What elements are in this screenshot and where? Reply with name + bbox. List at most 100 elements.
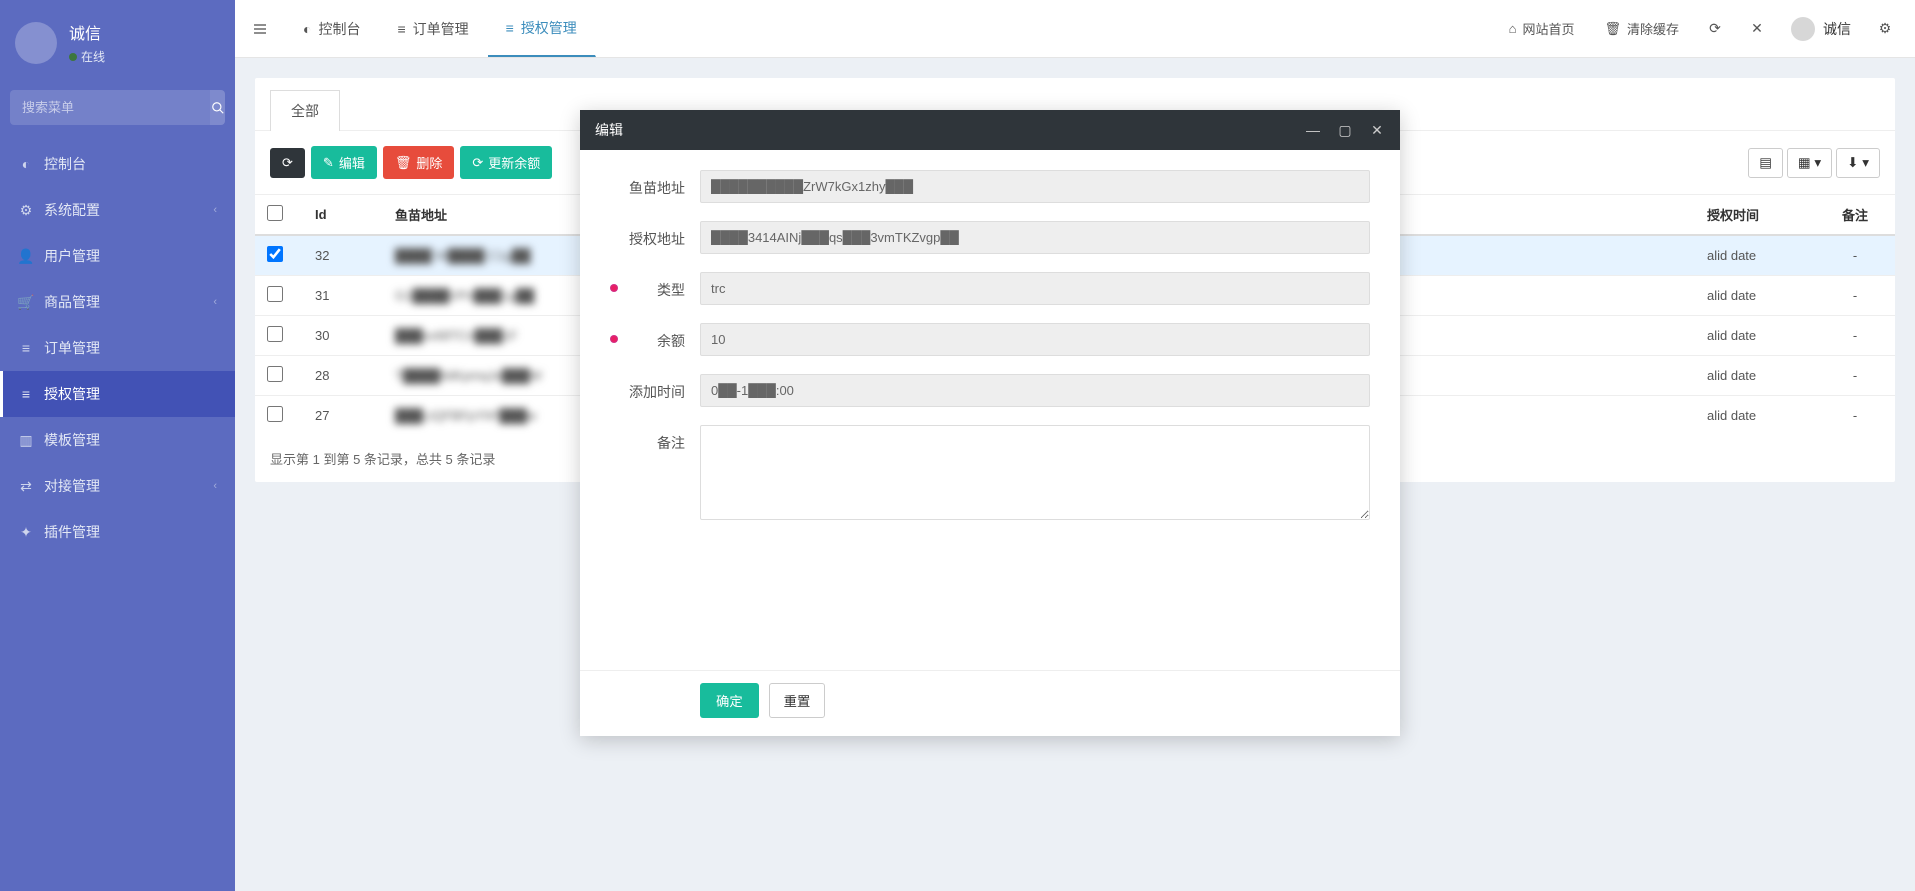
folder-icon: ▥ — [18, 432, 34, 449]
cart-icon: 🛒 — [18, 294, 34, 311]
chevron-left-icon: ‹ — [213, 296, 217, 308]
col-note[interactable]: 备注 — [1815, 195, 1895, 236]
refresh-icon: ⟳ — [282, 155, 293, 171]
balance-field[interactable] — [700, 323, 1370, 356]
reset-button[interactable]: 重置 — [769, 683, 826, 718]
close-button[interactable]: ✕ — [1369, 122, 1385, 139]
note-field[interactable] — [700, 425, 1370, 520]
search-input[interactable] — [10, 90, 210, 125]
sidebar-item-product-mgmt[interactable]: 🛒 商品管理 ‹ — [0, 279, 235, 325]
modal-title: 编辑 — [595, 120, 623, 140]
add-time-field[interactable] — [700, 374, 1370, 407]
columns-button[interactable]: ▦▾ — [1787, 148, 1832, 178]
download-icon: ⬇ — [1847, 155, 1858, 171]
row-checkbox[interactable] — [267, 366, 283, 382]
dashboard-icon: ◐ — [18, 156, 34, 172]
clear-cache-button[interactable]: 🗑 清除缓存 — [1590, 0, 1693, 58]
dashboard-icon: ◐ — [303, 21, 311, 37]
settings-button[interactable]: ⚙ — [1865, 0, 1905, 58]
caret-down-icon: ▾ — [1862, 155, 1869, 171]
pencil-icon: ✎ — [323, 155, 334, 171]
tab-dashboard[interactable]: ◐ 控制台 — [285, 0, 379, 57]
delete-button[interactable]: 🗑 删除 — [383, 146, 455, 179]
search-icon — [211, 101, 225, 115]
modal-footer: 确定 重置 — [580, 670, 1400, 736]
home-icon: ⌂ — [1509, 21, 1517, 36]
search-button[interactable] — [210, 90, 225, 125]
select-all-checkbox[interactable] — [267, 205, 283, 221]
modal-body: 鱼苗地址 授权地址 类型 余额 添加时间 备注 — [580, 150, 1400, 670]
edit-button[interactable]: ✎ 编辑 — [311, 146, 377, 179]
col-id[interactable]: Id — [303, 195, 383, 236]
clear-cache-label: 清除缓存 — [1627, 19, 1679, 38]
cell-note: - — [1815, 316, 1895, 356]
cell-note: - — [1815, 276, 1895, 316]
refresh-button[interactable]: ⟳ — [1695, 0, 1735, 58]
edit-label: 编辑 — [339, 153, 365, 172]
plug-icon: ✦ — [18, 524, 34, 541]
avatar — [1791, 17, 1815, 41]
cell-auth-time: alid date — [1695, 276, 1815, 316]
sidebar-item-label: 模板管理 — [44, 430, 100, 450]
user-name: 诚信 — [69, 20, 105, 44]
cell-id: 28 — [303, 356, 383, 396]
col-auth-time[interactable]: 授权时间 — [1695, 195, 1815, 236]
sidebar-item-user-mgmt[interactable]: 👤 用户管理 — [0, 233, 235, 279]
cell-id: 32 — [303, 235, 383, 276]
row-checkbox[interactable] — [267, 326, 283, 342]
refresh-table-button[interactable]: ⟳ — [270, 148, 305, 178]
cell-note: - — [1815, 235, 1895, 276]
sidebar-item-system-config[interactable]: ⚙ 系统配置 ‹ — [0, 187, 235, 233]
expand-icon: ✕ — [1751, 20, 1763, 37]
user-status: 在线 — [69, 48, 105, 65]
maximize-button[interactable]: ▢ — [1337, 122, 1353, 139]
chevron-left-icon: ‹ — [213, 204, 217, 216]
row-checkbox[interactable] — [267, 406, 283, 422]
fish-addr-field[interactable] — [700, 170, 1370, 203]
update-balance-button[interactable]: ⟳ 更新余额 — [460, 146, 552, 179]
auth-addr-field[interactable] — [700, 221, 1370, 254]
cog-icon: ⚙ — [18, 202, 34, 219]
sidebar-item-dashboard[interactable]: ◐ 控制台 — [0, 141, 235, 187]
sidebar-item-order-mgmt[interactable]: ≡ 订单管理 — [0, 325, 235, 371]
sidebar-item-label: 系统配置 — [44, 200, 100, 220]
auth-addr-label: 授权地址 — [610, 221, 700, 249]
cell-auth-time: alid date — [1695, 396, 1815, 436]
tab-label: 授权管理 — [521, 18, 577, 38]
sidebar: 诚信 在线 ◐ 控制台 ⚙ 系统配置 ‹ — [0, 0, 235, 891]
sidebar-item-plugin-mgmt[interactable]: ✦ 插件管理 — [0, 509, 235, 555]
type-field[interactable] — [700, 272, 1370, 305]
cell-id: 27 — [303, 396, 383, 436]
inner-tab-all[interactable]: 全部 — [270, 90, 340, 131]
export-button[interactable]: ⬇▾ — [1836, 148, 1880, 178]
fullscreen-button[interactable]: ✕ — [1737, 0, 1777, 58]
sidebar-item-integration-mgmt[interactable]: ⇄ 对接管理 ‹ — [0, 463, 235, 509]
minimize-button[interactable]: — — [1305, 122, 1321, 139]
menu-toggle-button[interactable] — [235, 0, 285, 57]
row-checkbox[interactable] — [267, 286, 283, 302]
search-toggle-button[interactable]: ▤ — [1748, 148, 1783, 178]
tab-label: 控制台 — [318, 19, 360, 39]
tab-auth-mgmt[interactable]: ≡ 授权管理 — [488, 0, 596, 57]
topbar-user[interactable]: 诚信 — [1779, 17, 1863, 41]
topbar: ◐ 控制台 ≡ 订单管理 ≡ 授权管理 ⌂ 网站首页 🗑 — [235, 0, 1915, 58]
cell-auth-time: alid date — [1695, 356, 1815, 396]
row-checkbox[interactable] — [267, 246, 283, 262]
cell-note: - — [1815, 396, 1895, 436]
refresh-icon: ⟳ — [1709, 20, 1721, 37]
sidebar-search — [10, 90, 225, 125]
sidebar-item-template-mgmt[interactable]: ▥ 模板管理 — [0, 417, 235, 463]
sidebar-item-auth-mgmt[interactable]: ≡ 授权管理 — [0, 371, 235, 417]
user-panel: 诚信 在线 — [0, 0, 235, 85]
add-time-label: 添加时间 — [610, 374, 700, 402]
home-button[interactable]: ⌂ 网站首页 — [1495, 0, 1589, 58]
tab-order-mgmt[interactable]: ≡ 订单管理 — [379, 0, 487, 57]
sidebar-item-label: 对接管理 — [44, 476, 100, 496]
user-status-text: 在线 — [81, 48, 105, 65]
modal-header[interactable]: 编辑 — ▢ ✕ — [580, 110, 1400, 150]
caret-down-icon: ▾ — [1814, 155, 1821, 171]
confirm-button[interactable]: 确定 — [700, 683, 759, 718]
sidebar-item-label: 订单管理 — [44, 338, 100, 358]
topbar-user-name: 诚信 — [1823, 19, 1851, 39]
cell-auth-time: alid date — [1695, 235, 1815, 276]
